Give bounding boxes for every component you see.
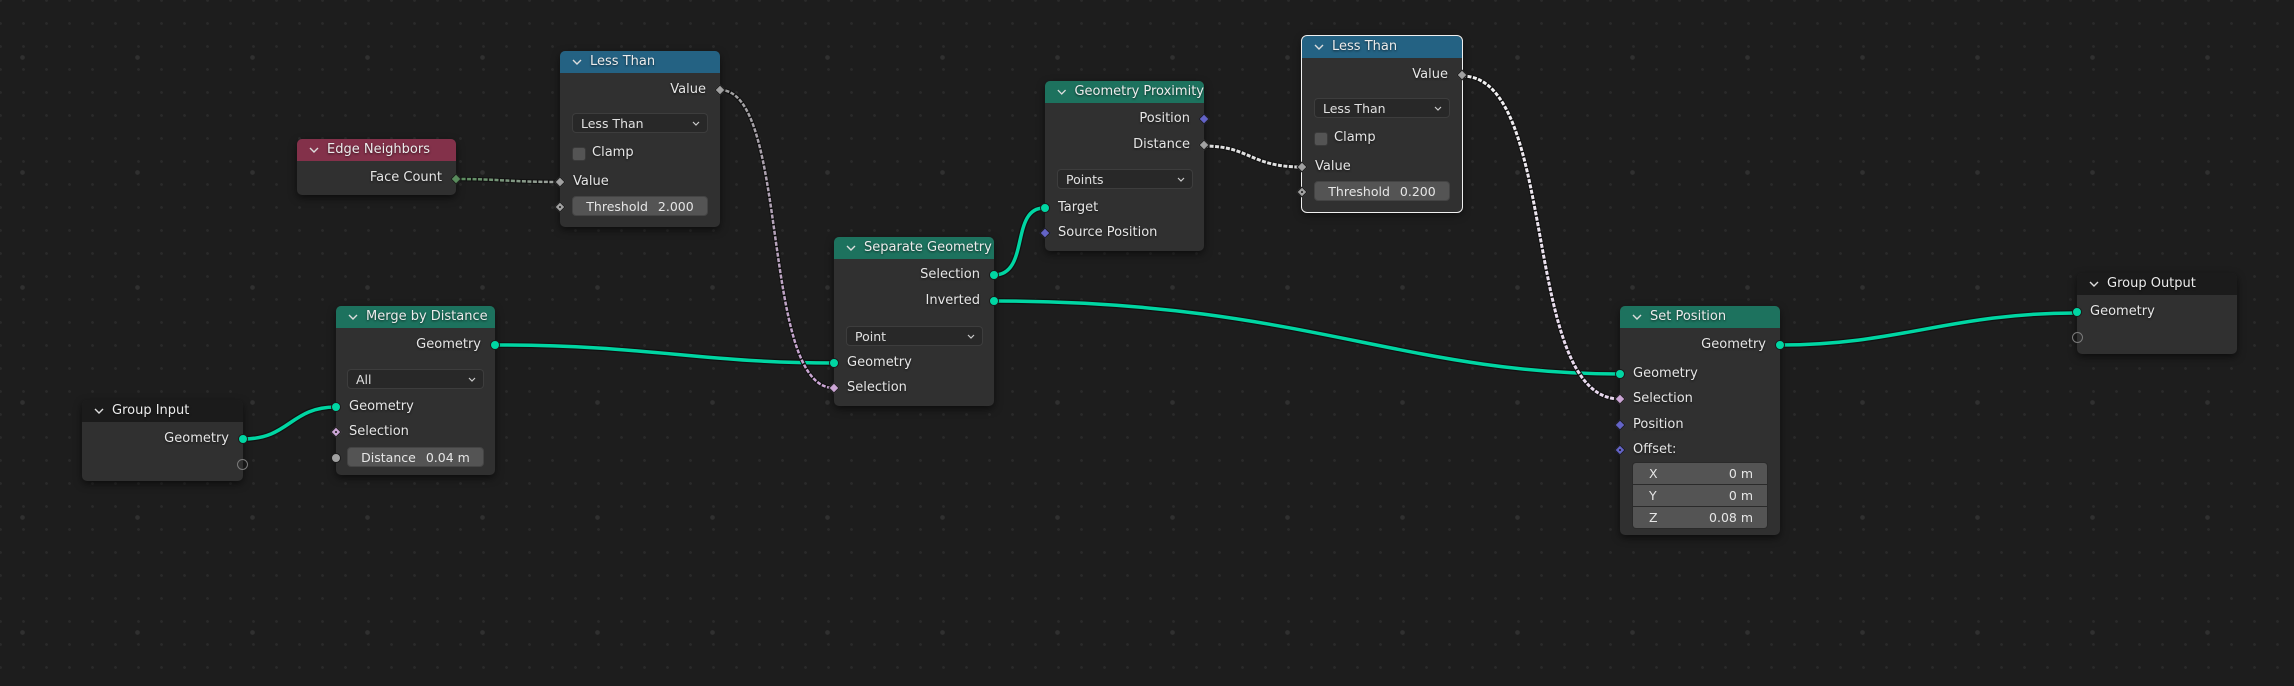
input-geometry: Geometry [2090,304,2155,319]
domain-dropdown[interactable]: Point [846,326,983,346]
threshold-field[interactable]: Threshold 0.200 [1314,181,1450,201]
node-title: Less Than [1332,39,1398,54]
node-title: Group Output [2107,276,2196,291]
input-selection: Selection [349,424,409,439]
offset-x-field[interactable]: X 0 m [1633,463,1767,484]
socket-inverted-out[interactable] [989,296,999,306]
node-merge-by-distance[interactable]: Merge by Distance Geometry All Geometry … [330,306,500,475]
operation-dropdown[interactable]: Less Than [572,113,708,133]
distance-field[interactable]: Distance 0.04 m [347,447,484,467]
node-less-than-1[interactable]: Less Than Value Less Than Clamp Value Th… [554,51,726,227]
socket-geometry-in[interactable] [2072,307,2082,317]
output-face-count: Face Count [369,170,442,185]
node-separate-geometry[interactable]: Separate Geometry Selection Inverted Poi… [828,237,999,406]
node-title: Separate Geometry [864,240,992,255]
output-inverted: Inverted [925,293,980,308]
socket-geometry-out[interactable] [490,340,500,350]
input-value: Value [1315,159,1351,174]
node-header[interactable]: Set Position [1620,306,1780,328]
node-title: Edge Neighbors [327,142,430,157]
node-header[interactable]: Separate Geometry [834,237,994,259]
chevron-down-icon[interactable] [1055,85,1068,99]
node-header[interactable]: Less Than [1302,36,1462,58]
chevron-down-icon [1434,106,1442,111]
operation-dropdown[interactable]: Less Than [1314,98,1450,118]
target-element-dropdown[interactable]: Points [1057,169,1193,189]
input-target: Target [1058,200,1099,215]
output-value: Value [670,82,706,97]
chevron-down-icon[interactable] [2087,277,2101,291]
node-header[interactable]: Group Output [2077,273,2237,295]
chevron-down-icon[interactable] [570,55,584,69]
offset-vector: X 0 m Y 0 m Z 0.08 m [1632,462,1768,529]
output-distance: Distance [1133,137,1190,152]
input-value: Value [573,174,609,189]
input-geometry: Geometry [1633,366,1698,381]
socket-selection-out[interactable] [989,270,999,280]
offset-y-field[interactable]: Y 0 m [1633,485,1767,506]
node-header[interactable]: Edge Neighbors [297,139,456,161]
threshold-field[interactable]: Threshold 2.000 [572,196,708,216]
mode-dropdown[interactable]: All [347,369,484,389]
node-group-output[interactable]: Group Output Geometry [2072,273,2237,354]
node-title: Merge by Distance [366,309,488,324]
chevron-down-icon [1177,177,1185,182]
clamp-checkbox[interactable] [1314,132,1328,146]
chevron-down-icon[interactable] [346,310,360,324]
input-source-position: Source Position [1058,225,1158,240]
output-geometry: Geometry [164,431,229,446]
input-selection: Selection [847,380,907,395]
node-less-than-2[interactable]: Less Than Value Less Than Clamp Value Th… [1296,35,1468,213]
chevron-down-icon [967,334,975,339]
node-header[interactable]: Merge by Distance [336,306,495,328]
chevron-down-icon[interactable] [1630,310,1644,324]
chevron-down-icon[interactable] [307,143,321,157]
node-header[interactable]: Group Input [82,400,243,422]
node-group-input[interactable]: Group Input Geometry [82,400,248,481]
socket-geometry-in[interactable] [1615,369,1625,379]
output-selection: Selection [920,267,980,282]
chevron-down-icon [692,121,700,126]
socket-target-in[interactable] [1040,203,1050,213]
input-geometry: Geometry [349,399,414,414]
node-header[interactable]: Less Than [560,51,720,73]
socket-geometry-out[interactable] [238,434,248,444]
output-position: Position [1139,111,1190,126]
input-position: Position [1633,417,1684,432]
offset-z-field[interactable]: Z 0.08 m [1633,507,1767,528]
input-offset: Offset: [1633,442,1677,457]
clamp-label: Clamp [1334,130,1376,145]
clamp-label: Clamp [592,145,634,160]
node-header[interactable]: Geometry Proximity [1045,81,1204,103]
output-value: Value [1412,67,1448,82]
node-title: Less Than [590,54,656,69]
socket-virtual-in[interactable] [2072,332,2083,343]
node-title: Group Input [112,403,190,418]
socket-geometry-in[interactable] [331,402,341,412]
output-geometry: Geometry [416,337,481,352]
socket-distance-in[interactable] [331,453,341,463]
node-title: Geometry Proximity [1074,84,1204,99]
output-geometry: Geometry [1701,337,1766,352]
chevron-down-icon[interactable] [844,241,858,255]
socket-geometry-out[interactable] [1775,340,1785,350]
input-selection: Selection [1633,391,1693,406]
socket-virtual-out[interactable] [237,459,248,470]
node-edge-neighbors[interactable]: Edge Neighbors Face Count [297,139,462,195]
node-title: Set Position [1650,309,1727,324]
clamp-checkbox[interactable] [572,147,586,161]
node-geometry-proximity[interactable]: Geometry Proximity Position Distance Poi… [1039,81,1210,251]
chevron-down-icon[interactable] [92,404,106,418]
chevron-down-icon[interactable] [1312,40,1326,54]
node-set-position[interactable]: Set Position Geometry Geometry Selection… [1614,306,1785,535]
chevron-down-icon [468,377,476,382]
input-geometry: Geometry [847,355,912,370]
socket-geometry-in[interactable] [829,358,839,368]
